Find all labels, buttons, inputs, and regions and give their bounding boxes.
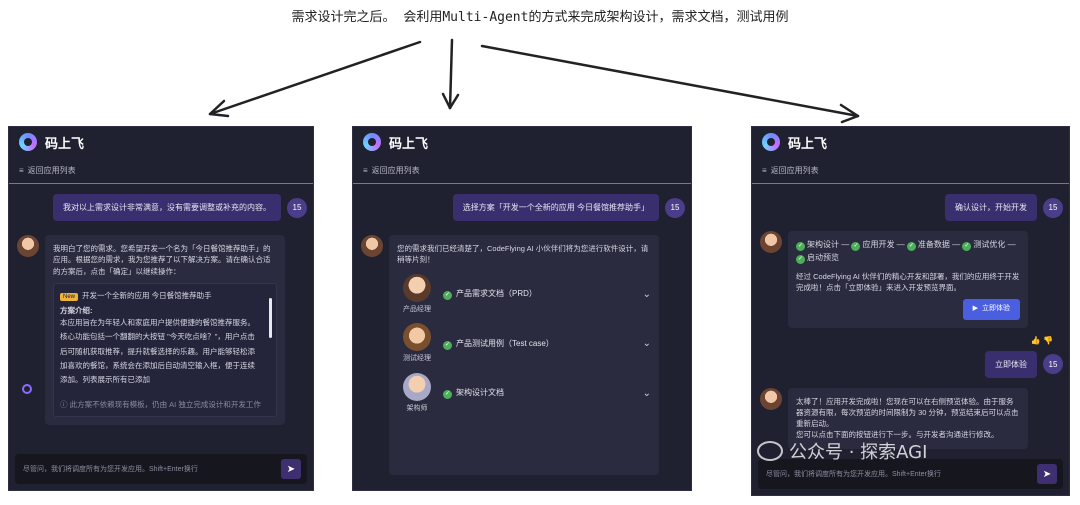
test-manager-avatar — [403, 323, 431, 351]
ai-message-text: 我明白了您的需求。您希望开发一个名为「今日餐馆推荐助手」的应用。根据您的需求，我… — [53, 244, 271, 276]
app-logo-icon — [762, 133, 780, 151]
ai-message-text: 经过 CodeFlying AI 伙伴们的精心开发和部署，我们的应用终于开发完成… — [796, 271, 1020, 292]
chat-input-placeholder: 尽管问，我们将调度所有为您开发应用。Shift+Enter换行 — [766, 471, 941, 478]
progress-steps: ✓ 架构设计 — ✓ 应用开发 — ✓ 准备数据 — ✓ 测试优化 — ✓ 启动预览 — [796, 239, 1020, 265]
send-icon: ➤ — [1042, 468, 1052, 480]
app-name: 码上飞 — [389, 135, 429, 151]
plan-radio-button[interactable] — [22, 383, 32, 394]
role-item-architect[interactable]: 架构师 ✓ 架构设计文档 ⌄ — [397, 372, 651, 415]
send-icon: ➤ — [286, 463, 296, 475]
role-item-product-manager[interactable]: 产品经理 ✓ 产品需求文档（PRD） ⌄ — [397, 273, 651, 316]
thumbs-up-icon[interactable]: 👍 — [1031, 336, 1041, 345]
check-icon: ✓ — [443, 390, 452, 400]
user-message: 立即体验 — [985, 350, 1037, 378]
user-avatar: 15 — [1043, 197, 1063, 218]
back-to-app-list-link[interactable]: ≡ 返回应用列表 — [353, 157, 691, 184]
send-button[interactable]: ➤ — [1037, 464, 1057, 484]
list-icon: ≡ — [762, 166, 767, 175]
feedback-icons: 👍 👎 — [752, 336, 1069, 345]
step-label: 应用开发 — [862, 240, 895, 249]
user-message-row: 立即体验 15 — [752, 350, 1069, 378]
ai-message: 您的需求我们已经清楚了，CodeFlying AI 小伙伴们将为您进行软件设计，… — [389, 235, 659, 475]
check-icon: ✓ — [443, 340, 452, 350]
role-name: 架构师 — [406, 404, 428, 412]
new-badge: New — [60, 292, 79, 301]
check-icon: ✓ — [962, 242, 972, 252]
try-now-button[interactable]: ▶ 立即体验 — [962, 299, 1020, 320]
step-label: 准备数据 — [917, 240, 950, 249]
chevron-down-icon[interactable]: ⌄ — [643, 386, 651, 401]
ai-message: 我明白了您的需求。您希望开发一个名为「今日餐馆推荐助手」的应用。根据您的需求，我… — [22, 235, 285, 426]
ai-message-text: 太棒了！应用开发完成啦！您现在可以在右侧预览体验。由于服务器资源有限，每次预览的… — [796, 396, 1019, 429]
check-icon: ✓ — [796, 242, 805, 252]
step-label: 架构设计 — [807, 240, 839, 249]
app-logo-icon — [19, 133, 37, 151]
chevron-down-icon[interactable]: ⌄ — [643, 336, 651, 351]
ai-avatar — [17, 235, 39, 257]
plan-description: 本应用旨在为年轻人和家庭用户提供便捷的餐馆推荐服务。核心功能包括一个翻翻的大按钮… — [60, 318, 255, 384]
list-icon: ≡ — [19, 166, 24, 175]
chat-input-placeholder: 尽管问，我们将调度所有为您开发应用。Shift+Enter换行 — [23, 466, 198, 473]
user-message: 选择方案「开发一个全新的应用 今日餐馆推荐助手」 — [452, 194, 659, 221]
ai-message-row: 我明白了您的需求。您希望开发一个名为「今日餐馆推荐助手」的应用。根据您的需求，我… — [9, 235, 313, 426]
check-icon: ✓ — [851, 242, 861, 252]
app-header: 码上飞 — [752, 127, 1069, 157]
watermark: 公众号 · 探索AGI — [757, 438, 927, 464]
chat-input[interactable]: 尽管问，我们将调度所有为您开发应用。Shift+Enter换行 ➤ — [15, 454, 307, 484]
user-message-row: 选择方案「开发一个全新的应用 今日餐馆推荐助手」 15 — [353, 194, 691, 221]
product-manager-avatar — [403, 273, 431, 302]
plan-option-card[interactable]: New 开发一个全新的应用 今日餐馆推荐助手 方案介绍: 本应用旨在为年轻人和家庭… — [22, 282, 277, 418]
thumbs-down-icon[interactable]: 👎 — [1043, 336, 1053, 345]
step-label: 启动预览 — [807, 252, 839, 262]
role-item-test-manager[interactable]: 测试经理 ✓ 产品测试用例（Test case） ⌄ — [397, 323, 651, 365]
user-avatar: 15 — [1043, 354, 1063, 375]
role-name: 产品经理 — [403, 305, 431, 313]
app-name: 码上飞 — [45, 135, 85, 151]
app-header: 码上飞 — [9, 127, 313, 157]
check-icon: ✓ — [796, 255, 805, 265]
architect-avatar — [403, 372, 431, 401]
app-header: 码上飞 — [353, 127, 691, 157]
arrow-left — [208, 40, 422, 116]
ai-message-row: 您的需求我们已经清楚了，CodeFlying AI 小伙伴们将为您进行软件设计，… — [353, 235, 691, 475]
chevron-down-icon[interactable]: ⌄ — [643, 287, 651, 302]
plan-title: 开发一个全新的应用 今日餐馆推荐助手 — [82, 290, 212, 300]
info-icon: ⓘ — [60, 400, 70, 409]
user-avatar: 15 — [287, 197, 307, 218]
step-label: 测试优化 — [973, 240, 1006, 249]
app-logo-icon — [363, 133, 381, 151]
role-name: 测试经理 — [403, 355, 431, 362]
role-doc: 产品需求文档（PRD） — [456, 289, 537, 299]
check-icon: ✓ — [443, 291, 452, 301]
ai-avatar — [760, 231, 782, 253]
ai-message: ✓ 架构设计 — ✓ 应用开发 — ✓ 准备数据 — ✓ 测试优化 — ✓ 启动预览 经过… — [788, 231, 1028, 328]
chat-panel-1: 码上飞 ≡ 返回应用列表 我对以上需求设计非常满意，没有需要调整或补充的内容。 … — [8, 126, 314, 491]
user-message-row: 我对以上需求设计非常满意，没有需要调整或补充的内容。 15 — [9, 194, 313, 221]
user-message-row: 确认设计，开始开发 15 — [752, 194, 1069, 221]
user-avatar: 15 — [665, 197, 685, 218]
role-doc: 产品测试用例（Test case） — [456, 338, 554, 348]
plan-intro-label: 方案介绍: — [60, 305, 93, 315]
ai-avatar — [760, 387, 782, 410]
play-icon: ▶ — [972, 305, 978, 313]
chat-panel-2: 码上飞 ≡ 返回应用列表 选择方案「开发一个全新的应用 今日餐馆推荐助手」 15… — [352, 126, 692, 491]
ai-avatar — [361, 235, 383, 257]
ai-message-text: 您的需求我们已经清楚了，CodeFlying AI 小伙伴们将为您进行软件设计，… — [397, 244, 649, 265]
back-to-app-list-link[interactable]: ≡ 返回应用列表 — [9, 157, 313, 184]
plan-note: ⓘ 此方案不依赖现有模板，仍由 AI 独立完成设计和开发工作 — [60, 400, 261, 409]
arrow-right — [480, 44, 860, 118]
ai-message-row: ✓ 架构设计 — ✓ 应用开发 — ✓ 准备数据 — ✓ 测试优化 — ✓ 启动预览 经过… — [752, 231, 1069, 328]
check-icon: ✓ — [906, 242, 916, 252]
back-to-app-list-link[interactable]: ≡ 返回应用列表 — [752, 157, 1069, 184]
wechat-icon — [757, 441, 783, 461]
arrow-middle — [448, 38, 454, 110]
list-icon: ≡ — [363, 166, 368, 175]
send-button[interactable]: ➤ — [281, 459, 301, 479]
user-message: 我对以上需求设计非常满意，没有需要调整或补充的内容。 — [53, 194, 281, 221]
user-message: 确认设计，开始开发 — [945, 194, 1037, 221]
plan-scrollbar[interactable] — [269, 297, 272, 338]
role-doc: 架构设计文档 — [456, 388, 504, 398]
app-name: 码上飞 — [788, 135, 828, 151]
